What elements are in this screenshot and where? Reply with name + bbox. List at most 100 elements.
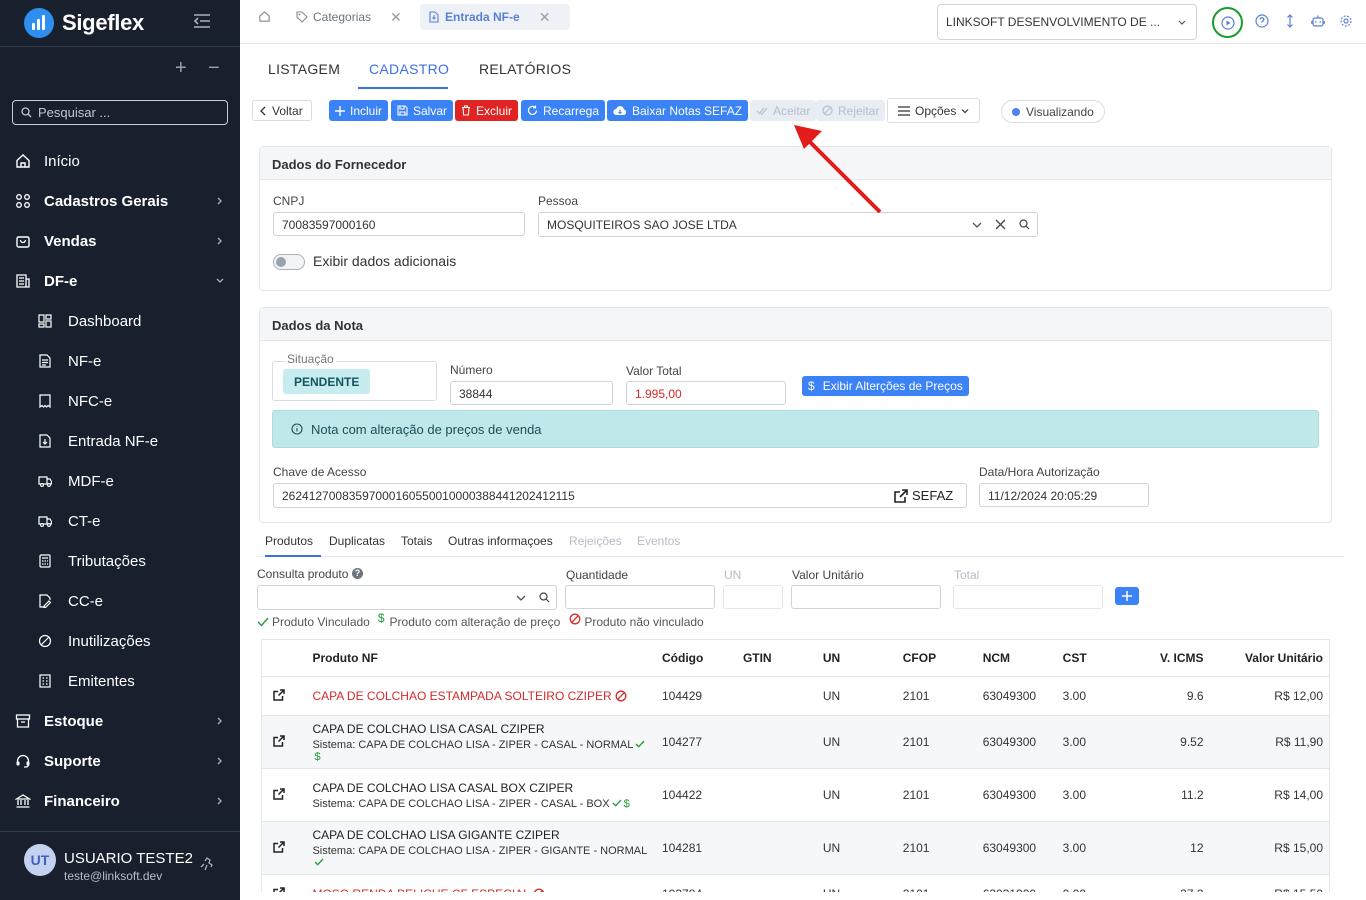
chave-acesso-field[interactable]: 2624127008359700016055001000038844120241… xyxy=(273,483,967,508)
tab-rejeicoes[interactable]: Rejeições xyxy=(569,534,622,548)
un-field[interactable] xyxy=(723,585,783,609)
help-icon[interactable]: ? xyxy=(352,568,363,579)
consulta-produto-select[interactable] xyxy=(257,585,557,610)
open-row-button[interactable] xyxy=(261,715,307,769)
robot-icon[interactable] xyxy=(1311,14,1325,28)
external-link-icon[interactable] xyxy=(273,886,285,893)
resize-vertical-icon[interactable] xyxy=(1283,14,1297,28)
company-select[interactable]: LINKSOFT DESENVOLVIMENTO DE ... xyxy=(937,4,1197,40)
help-icon[interactable] xyxy=(1255,14,1269,28)
sidebar-search[interactable] xyxy=(12,100,228,125)
sidebar-item-estoque[interactable]: Estoque xyxy=(0,701,240,741)
pessoa-select[interactable]: MOSQUITEIROS SAO JOSE LTDA xyxy=(538,212,1038,237)
tab-categorias[interactable]: Categorias ✕ xyxy=(288,4,410,30)
numero-field[interactable]: 38844 xyxy=(450,381,613,405)
chevron-right-icon xyxy=(217,797,222,805)
quantidade-field[interactable] xyxy=(565,585,715,609)
opcoes-button[interactable]: Opções xyxy=(887,98,981,123)
tab-outras-informacoes[interactable]: Outras informaçoes xyxy=(448,534,553,548)
col-ncm[interactable]: NCM xyxy=(976,639,1057,677)
col-cfop[interactable]: CFOP xyxy=(896,639,977,677)
tab-eventos[interactable]: Eventos xyxy=(637,534,680,548)
exibir-alteracoes-precos-button[interactable]: $ Exibir Alterções de Preços xyxy=(802,376,969,396)
sidebar-item-mdfe[interactable]: MDF-e xyxy=(0,461,240,501)
sefaz-link-button[interactable]: SEFAZ xyxy=(894,488,953,503)
close-tab-icon[interactable]: ✕ xyxy=(390,9,402,26)
table-row[interactable]: CAPA DE COLCHAO LISA CASAL BOX CZIPER Sis… xyxy=(261,768,1330,822)
col-valor-unitario[interactable]: Valor Unitário xyxy=(1209,639,1330,677)
excluir-button[interactable]: Excluir xyxy=(455,100,519,121)
col-codigo[interactable]: Código xyxy=(656,639,737,677)
sidebar-item-inutilizacoes[interactable]: Inutilizações xyxy=(0,621,240,661)
sidebar-item-nfce[interactable]: NFC-e xyxy=(0,381,240,421)
tab-entrada-nfe[interactable]: Entrada NF-e ✕ xyxy=(420,4,570,30)
home-icon[interactable] xyxy=(258,10,271,23)
gear-icon[interactable] xyxy=(1339,14,1353,28)
sidebar-item-inicio[interactable]: Início xyxy=(0,141,240,181)
dollar-icon: $ xyxy=(623,797,630,810)
search-icon[interactable] xyxy=(1019,219,1030,230)
cnpj-field[interactable]: 70083597000160 xyxy=(273,212,525,236)
collapse-sidebar-icon[interactable] xyxy=(193,14,211,28)
open-row-button[interactable] xyxy=(261,874,307,893)
col-cst[interactable]: CST xyxy=(1056,639,1117,677)
col-gtin[interactable]: GTIN xyxy=(736,639,817,677)
total-field[interactable] xyxy=(953,585,1103,609)
tab-duplicatas[interactable]: Duplicatas xyxy=(329,534,385,548)
salvar-button[interactable]: Salvar xyxy=(391,100,454,121)
sidebar-item-cce[interactable]: CC-e xyxy=(0,581,240,621)
cloud-download-icon xyxy=(613,106,627,116)
logout-icon[interactable] xyxy=(199,856,215,872)
tab-produtos[interactable]: Produtos xyxy=(265,534,313,548)
app-logo[interactable]: Sigeflex xyxy=(24,8,144,38)
chevron-down-icon[interactable] xyxy=(516,594,526,602)
open-row-button[interactable] xyxy=(261,821,307,875)
table-row[interactable]: CAPA DE COLCHAO LISA GIGANTE CZIPER Siste… xyxy=(261,821,1330,875)
col-v-icms[interactable]: V. ICMS xyxy=(1116,639,1210,677)
data-autorizacao-field[interactable]: 11/12/2024 20:05:29 xyxy=(979,483,1149,507)
sidebar-item-dashboard[interactable]: Dashboard xyxy=(0,301,240,341)
chevron-down-icon[interactable] xyxy=(972,221,982,229)
valor-unitario-field[interactable] xyxy=(791,585,941,609)
sidebar-item-financeiro[interactable]: Financeiro xyxy=(0,781,240,821)
open-row-button[interactable] xyxy=(261,768,307,822)
tab-totais[interactable]: Totais xyxy=(401,534,432,548)
close-tab-icon[interactable]: ✕ xyxy=(539,9,551,26)
table-row[interactable]: CAPA DE COLCHAO LISA CASAL CZIPER Sistema… xyxy=(261,715,1330,769)
voltar-button[interactable]: Voltar xyxy=(252,100,312,121)
incluir-button[interactable]: Incluir xyxy=(329,100,389,121)
tab-relatorios[interactable]: RELATÓRIOS xyxy=(479,61,571,77)
table-row[interactable]: CAPA DE COLCHAO ESTAMPADA SOLTEIRO CZIPE… xyxy=(261,676,1330,716)
col-un[interactable]: UN xyxy=(816,639,897,677)
expand-all-icon[interactable]: + xyxy=(175,58,187,78)
search-icon[interactable] xyxy=(539,592,550,603)
sidebar-item-vendas[interactable]: Vendas xyxy=(0,221,240,261)
collapse-all-icon[interactable]: − xyxy=(208,58,220,78)
external-link-icon[interactable] xyxy=(273,787,285,800)
sidebar-search-input[interactable] xyxy=(38,105,218,120)
sidebar-item-dfe[interactable]: DF-e xyxy=(0,261,240,301)
play-circle-button[interactable] xyxy=(1212,7,1243,38)
tab-cadastro[interactable]: CADASTRO xyxy=(369,61,449,77)
clear-icon[interactable] xyxy=(995,219,1006,230)
sidebar-item-tributacoes[interactable]: Tributações xyxy=(0,541,240,581)
table-row[interactable]: MOSQ RENDA BELICHE CF ESPECIAL 103784 UN21… xyxy=(261,874,1330,893)
sidebar-item-emitentes[interactable]: Emitentes xyxy=(0,661,240,701)
external-link-icon[interactable] xyxy=(273,688,285,701)
sidebar-item-suporte[interactable]: Suporte xyxy=(0,741,240,781)
external-link-icon[interactable] xyxy=(273,734,285,747)
col-produto-nf[interactable]: Produto NF xyxy=(306,639,656,677)
sidebar-item-nfe[interactable]: NF-e xyxy=(0,341,240,381)
dados-adicionais-toggle[interactable] xyxy=(273,254,305,270)
sidebar-item-cte[interactable]: CT-e xyxy=(0,501,240,541)
open-row-button[interactable] xyxy=(261,676,307,716)
baixar-notas-sefaz-button[interactable]: Baixar Notas SEFAZ xyxy=(607,100,749,121)
tab-listagem[interactable]: LISTAGEM xyxy=(268,61,340,77)
external-link-icon[interactable] xyxy=(273,840,285,853)
recarrega-button[interactable]: Recarrega xyxy=(521,100,606,121)
user-profile[interactable]: UT USUARIO TESTE2 teste@linksoft.dev xyxy=(24,844,193,883)
sidebar-item-cadastros-gerais[interactable]: Cadastros Gerais xyxy=(0,181,240,221)
valor-total-field[interactable]: 1.995,00 xyxy=(626,381,786,405)
sidebar-item-entrada-nfe[interactable]: Entrada NF-e xyxy=(0,421,240,461)
add-product-button[interactable] xyxy=(1115,587,1139,605)
